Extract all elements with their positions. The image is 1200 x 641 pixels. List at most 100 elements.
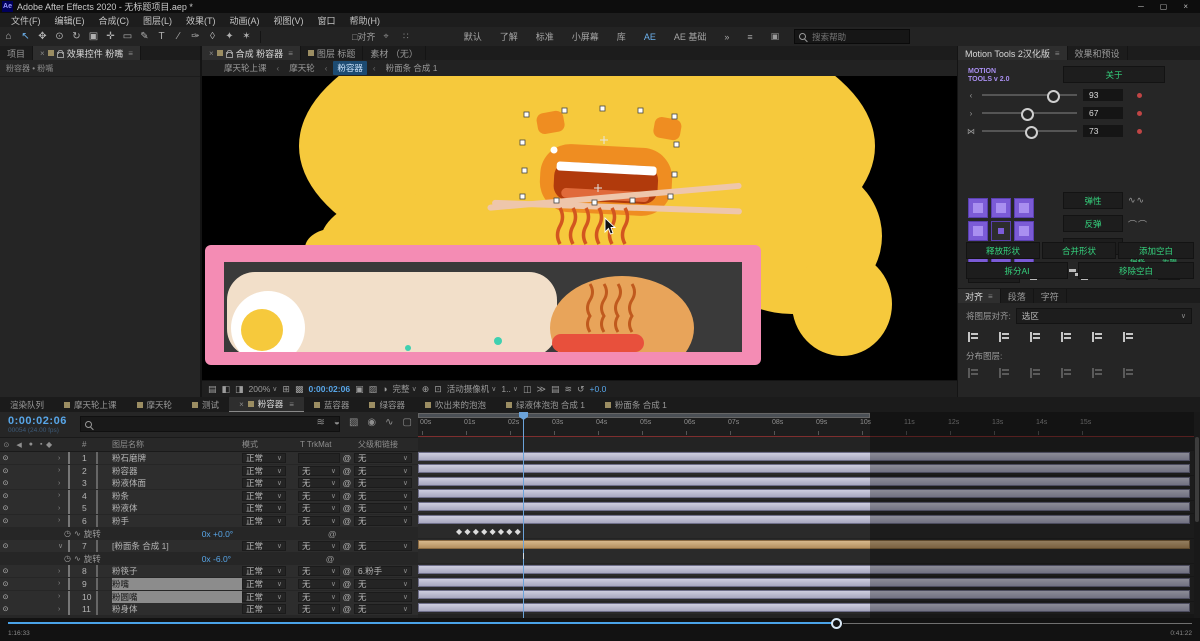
menu-item-2[interactable]: 合成(C)	[92, 14, 137, 27]
split-ai-button[interactable]: 拆分AI	[966, 262, 1068, 279]
layer-row-8[interactable]: ⊙›8粉筷子正常∨无∨@6.粉手∨	[0, 565, 418, 577]
trkmat-column-header[interactable]: T TrkMat	[300, 440, 344, 449]
mode-select[interactable]: 正常∨	[242, 466, 286, 476]
zoom-icon[interactable]: ⊙	[51, 31, 68, 42]
property-name[interactable]: 旋转	[84, 553, 202, 565]
motion-blur-icon[interactable]: ◉	[367, 417, 376, 428]
layer-row-3[interactable]: ⊙›3粉液体面正常∨无∨@无∨	[0, 477, 418, 489]
pen-icon[interactable]: ✎	[136, 31, 153, 42]
parent-column-header[interactable]: 父级和链接	[358, 439, 418, 450]
timeline-lane-5[interactable]	[418, 514, 1194, 526]
tab-character[interactable]: 字符	[1034, 289, 1067, 303]
timeline-search-input[interactable]	[96, 416, 335, 433]
layer-name[interactable]: 粉身体	[112, 603, 242, 615]
panel-menu-icon[interactable]: ≡	[128, 49, 133, 58]
trkmat-select[interactable]: 无∨	[298, 604, 340, 614]
frame-blend-icon[interactable]: ▧	[349, 417, 358, 428]
duration-bar[interactable]	[418, 540, 1190, 549]
slider-handle-2[interactable]	[1025, 126, 1038, 139]
flowchart-button-icon[interactable]: ≋	[564, 384, 572, 395]
add-blank-button[interactable]: 添加空白	[1118, 242, 1194, 259]
duration-bar[interactable]	[418, 590, 1190, 599]
workspace-6[interactable]: AE 基础	[665, 30, 716, 43]
tab-paragraph[interactable]: 段落	[1001, 289, 1034, 303]
workspace-icons[interactable]: ⌖ ∷	[383, 31, 414, 42]
eye-toggle[interactable]: ⊙	[0, 567, 11, 575]
orbit-icon[interactable]: ↻	[68, 31, 85, 42]
expander-icon[interactable]: ›	[58, 580, 68, 587]
composition-flowchart-icon[interactable]: ≋	[317, 417, 325, 428]
solo-toggle[interactable]	[22, 567, 33, 575]
name-column-header[interactable]: 图层名称	[112, 439, 242, 450]
timeline-lane-12[interactable]	[418, 602, 1194, 614]
eye-toggle[interactable]: ⊙	[0, 454, 11, 462]
timeline-search[interactable]	[80, 416, 340, 432]
selection-icon[interactable]: ↖	[17, 31, 34, 42]
layer-name[interactable]: 粉容器	[112, 465, 242, 477]
timeline-lane-8[interactable]: I	[418, 551, 1194, 563]
eye-toggle[interactable]: ⊙	[0, 605, 11, 613]
timeline-tab-蓝容器[interactable]: 蓝容器	[304, 397, 360, 412]
layer-row-7[interactable]: ⊙∨7[粉面条 合成 1]正常∨无∨@无∨	[0, 540, 418, 552]
timeline-lane-9[interactable]	[418, 564, 1194, 576]
parent-select[interactable]: 无∨	[354, 592, 412, 602]
mode-select[interactable]: 正常∨	[242, 503, 286, 513]
property-row[interactable]: ◷∿旋转0x -6.0°@	[0, 553, 418, 565]
property-name[interactable]: 旋转	[84, 528, 202, 540]
color-management-icon[interactable]: ◑	[382, 384, 387, 394]
parent-pickwhip-icon[interactable]: @	[340, 516, 354, 526]
layer-color-swatch[interactable]	[68, 516, 82, 526]
layer-row-9[interactable]: ⊙›9粉嘴正常∨无∨@无∨	[0, 578, 418, 590]
parent-pickwhip-icon[interactable]: @	[340, 579, 354, 589]
workspace-menu-icon[interactable]: ≡	[738, 32, 761, 42]
layer-color-swatch[interactable]	[68, 453, 82, 463]
property-value[interactable]: 0x +0.0°	[202, 529, 234, 539]
solo-toggle[interactable]	[22, 492, 33, 500]
panel-menu-icon[interactable]: ≡	[988, 292, 993, 301]
solo-toggle[interactable]	[22, 467, 33, 475]
trkmat-select[interactable]: 无∨	[298, 466, 340, 476]
layer-color-swatch[interactable]	[68, 566, 82, 576]
layer-name[interactable]: [粉面条 合成 1]	[112, 540, 242, 552]
graph-icon[interactable]: ∿	[74, 529, 81, 538]
layer-name[interactable]: 粉条	[112, 490, 242, 502]
solo-toggle[interactable]	[22, 454, 33, 462]
align-button-5[interactable]	[1123, 332, 1137, 342]
apps-icon[interactable]: ▣	[762, 31, 789, 42]
layer-name[interactable]: 粉石磨牌	[112, 452, 242, 464]
timeline-lane-7[interactable]	[418, 539, 1194, 551]
timeline-tab-绿容器[interactable]: 绿容器	[359, 397, 415, 412]
trkmat-select[interactable]: 无∨	[298, 541, 340, 551]
bounce-button[interactable]: 反弹	[1063, 215, 1123, 232]
timeline-lane-10[interactable]	[418, 577, 1194, 589]
tab-effects-presets[interactable]: 效果和预设	[1068, 46, 1128, 60]
layer-row-2[interactable]: ⊙›2粉容器正常∨无∨@无∨	[0, 465, 418, 477]
workspace-4[interactable]: 库	[608, 30, 635, 43]
parent-pickwhip-icon[interactable]: @	[340, 453, 354, 463]
mode-select[interactable]: 正常∨	[242, 604, 286, 614]
lock-icon[interactable]	[226, 52, 233, 58]
slider-handle-1[interactable]	[1021, 108, 1034, 121]
minimize-button[interactable]: ─	[1138, 2, 1144, 11]
mode-select[interactable]: 正常∨	[242, 491, 286, 501]
expander-icon[interactable]: ∨	[58, 542, 68, 550]
exposure-value[interactable]: +0.0	[590, 384, 607, 394]
parent-pickwhip-icon[interactable]: @	[323, 554, 337, 564]
lock-toggle[interactable]	[33, 454, 44, 462]
puppet-pin-icon[interactable]: ✶	[238, 31, 255, 42]
eye-toggle[interactable]: ⊙	[0, 467, 11, 475]
parent-pickwhip-icon[interactable]: @	[340, 478, 354, 488]
release-shape-button[interactable]: 释放形状	[966, 242, 1040, 259]
audio-toggle[interactable]	[11, 479, 22, 487]
home-icon[interactable]: ⌂	[0, 31, 17, 42]
magnification-select[interactable]: 200%∨	[249, 384, 278, 394]
progress-handle[interactable]	[831, 618, 842, 629]
slider-track-1[interactable]	[982, 112, 1077, 114]
ruler-icon[interactable]: ⊞	[282, 384, 290, 395]
align-button-1[interactable]	[999, 332, 1013, 342]
layer-name[interactable]: 粉液体面	[112, 477, 242, 489]
property-value[interactable]: 0x -6.0°	[202, 554, 231, 564]
transparency-grid-icon[interactable]: ▨	[369, 384, 378, 395]
help-search[interactable]	[794, 29, 910, 44]
lock-toggle[interactable]	[33, 479, 44, 487]
